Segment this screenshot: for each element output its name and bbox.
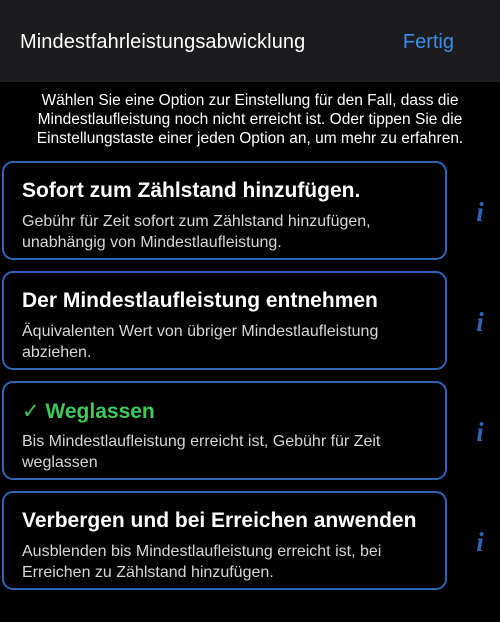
- option-description: Äquivalenten Wert von übriger Mindestlau…: [22, 323, 379, 361]
- option-deduct-from-minimum[interactable]: Der Mindestlaufleistung entnehmen Äquiva…: [2, 271, 447, 370]
- done-button[interactable]: Fertig: [403, 31, 454, 54]
- page-title: Mindestfahrleistungsabwicklung: [20, 31, 306, 53]
- option-title: Sofort zum Zählstand hinzufügen.: [22, 179, 361, 202]
- option-description: Bis Mindestlaufleistung erreicht ist, Ge…: [22, 433, 381, 471]
- option-title: Verbergen und bei Erreichen anwenden: [22, 509, 417, 532]
- option-omit[interactable]: ✓ Weglassen Bis Mindestlaufleistung erre…: [2, 381, 447, 480]
- info-icon[interactable]: i: [470, 308, 490, 336]
- info-icon[interactable]: i: [470, 418, 490, 446]
- option-hide-and-apply[interactable]: Verbergen und bei Erreichen anwenden Aus…: [2, 491, 447, 590]
- option-title-selected: ✓ Weglassen: [22, 400, 155, 423]
- option-title: Der Mindestlaufleistung entnehmen: [22, 289, 378, 312]
- option-description: Gebühr für Zeit sofort zum Zählstand hin…: [22, 213, 371, 251]
- intro-text: Wählen Sie eine Option zur Einstellung f…: [36, 92, 464, 147]
- info-icon[interactable]: i: [470, 528, 490, 556]
- info-icon[interactable]: i: [470, 198, 490, 226]
- nav-header: Mindestfahrleistungsabwicklung Fertig: [0, 0, 500, 82]
- option-description: Ausblenden bis Mindestlaufleistung errei…: [22, 543, 382, 581]
- option-add-immediately[interactable]: Sofort zum Zählstand hinzufügen. Gebühr …: [2, 161, 447, 260]
